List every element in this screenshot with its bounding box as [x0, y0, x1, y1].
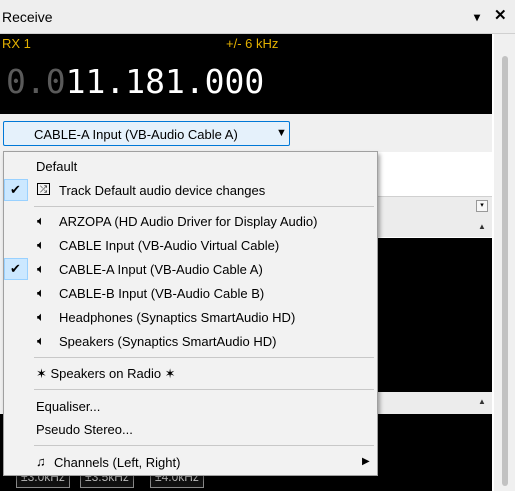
menu-item-label: Track Default audio device changes	[59, 183, 266, 198]
spectrum-panel	[378, 238, 492, 392]
checkmark-icon: ✔	[10, 261, 21, 276]
menu-item-default[interactable]: Default	[4, 155, 377, 177]
menu-item-device[interactable]: 🔈︎ CABLE-B Input (VB-Audio Cable B)	[4, 282, 377, 304]
selected-device-label: CABLE-A Input (VB-Audio Cable A)	[34, 127, 238, 142]
menu-item-label: CABLE-B Input (VB-Audio Cable B)	[59, 286, 265, 301]
music-note-icon: ♫	[36, 454, 46, 469]
frequency-readout[interactable]: 0.011.181.000	[6, 62, 264, 101]
menu-item-device[interactable]: 🔈︎ Speakers (Synaptics SmartAudio HD)	[4, 330, 377, 352]
menu-item-pseudo-stereo[interactable]: Pseudo Stereo...	[4, 418, 377, 440]
checkmark-icon: ✔	[10, 182, 21, 197]
menu-item-device[interactable]: 🔈︎ Headphones (Synaptics SmartAudio HD)	[4, 306, 377, 328]
menu-item-device[interactable]: 🔈︎ CABLE Input (VB-Audio Virtual Cable)	[4, 234, 377, 256]
menu-item-label: CABLE Input (VB-Audio Virtual Cable)	[59, 238, 280, 253]
bandwidth-label: +/- 6 kHz	[226, 36, 279, 51]
menu-item-label: Channels (Left, Right)	[54, 455, 181, 470]
menu-item-label: Equaliser...	[36, 399, 101, 414]
speaker-icon: 🔈︎	[37, 309, 45, 324]
panel-header-2	[378, 392, 492, 414]
menu-item-label: Default	[36, 159, 78, 174]
menu-item-label: Pseudo Stereo...	[36, 422, 133, 437]
speaker-icon: 🔈︎	[37, 285, 45, 300]
window-titlebar: Receive ▾ ✕	[0, 0, 515, 34]
menu-item-channels[interactable]: ♫ Channels (Left, Right) ▶	[4, 451, 377, 473]
frequency-leading-digits: 0.0	[6, 62, 66, 101]
close-icon[interactable]: ✕	[494, 6, 507, 24]
shuffle-icon: ⤮	[37, 183, 50, 195]
menu-item-device-selected[interactable]: ✔ 🔈︎ CABLE-A Input (VB-Audio Cable A)	[4, 258, 377, 280]
scrollbar-thumb[interactable]	[502, 56, 508, 486]
chevron-down-icon: ▼	[276, 127, 287, 139]
collapse-up-icon[interactable]: ▲	[478, 222, 486, 231]
menu-item-speakers-on-radio[interactable]: ✶ Speakers on Radio ✶	[4, 362, 377, 384]
audio-device-select[interactable]: CABLE-A Input (VB-Audio Cable A) ▼	[3, 121, 290, 146]
window-title: Receive	[2, 9, 53, 25]
frequency-display: RX 1 +/- 6 kHz 0.011.181.000	[0, 34, 492, 114]
menu-separator	[34, 389, 374, 390]
menu-item-label: Speakers (Synaptics SmartAudio HD)	[59, 334, 277, 349]
menu-separator	[34, 357, 374, 358]
pin-dropdown-icon[interactable]: ▾	[474, 10, 480, 24]
menu-item-label: Headphones (Synaptics SmartAudio HD)	[59, 310, 296, 325]
chevron-right-icon: ▶	[362, 456, 370, 467]
menu-separator	[34, 206, 374, 207]
frequency-digits: 11.181.000	[65, 62, 265, 101]
menu-item-label: ARZOPA (HD Audio Driver for Display Audi…	[59, 214, 318, 229]
speaker-icon: 🔈︎	[37, 333, 45, 348]
speaker-icon: 🔈︎	[37, 261, 45, 276]
collapse-up-icon-2[interactable]: ▲	[478, 397, 486, 406]
menu-separator	[34, 445, 374, 446]
menu-item-label: ✶ Speakers on Radio ✶	[36, 366, 176, 381]
rx-label: RX 1	[2, 36, 31, 51]
panel-menu-button[interactable]: ▾	[476, 200, 488, 212]
speaker-icon: 🔈︎	[37, 213, 45, 228]
menu-item-equaliser[interactable]: Equaliser...	[4, 395, 377, 417]
speaker-icon: 🔈︎	[37, 237, 45, 252]
panel-header	[378, 196, 492, 237]
menu-item-label: CABLE-A Input (VB-Audio Cable A)	[59, 262, 263, 277]
menu-item-track-default[interactable]: ✔ ⤮ Track Default audio device changes	[4, 179, 377, 201]
menu-item-device[interactable]: 🔈︎ ARZOPA (HD Audio Driver for Display A…	[4, 210, 377, 232]
audio-device-menu: Default ✔ ⤮ Track Default audio device c…	[3, 151, 378, 476]
